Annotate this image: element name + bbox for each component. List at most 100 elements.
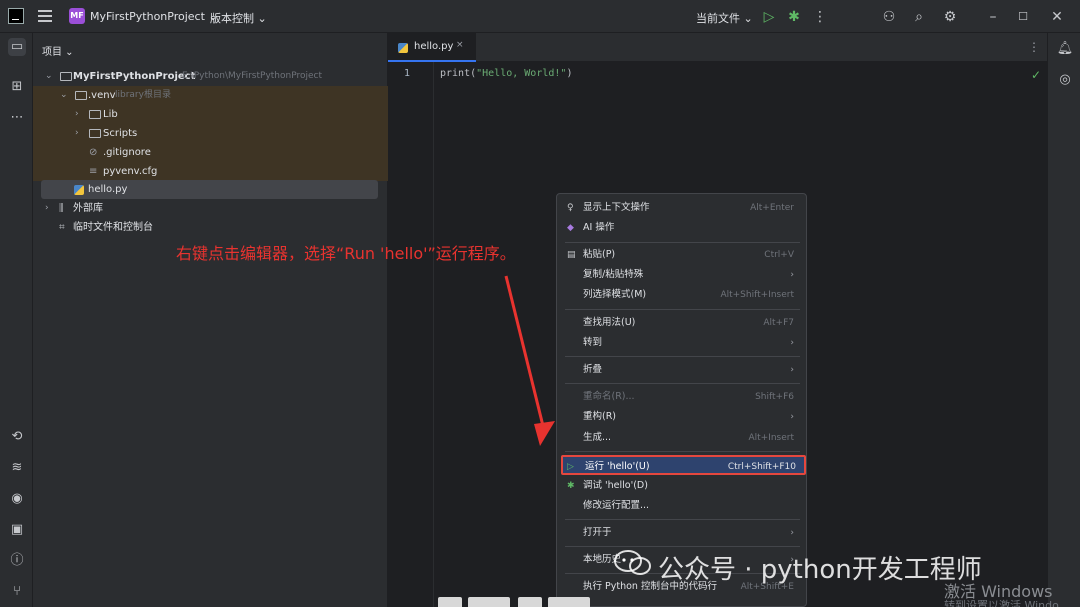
ai-icon: ◆ (567, 223, 574, 233)
tab-label: hello.py (414, 41, 454, 52)
terminal-icon[interactable]: ▣ (8, 521, 26, 539)
menu-separator (565, 383, 800, 384)
settings-gear-icon[interactable]: ⚙ (941, 8, 959, 26)
menu-show-context-actions[interactable]: ♀ 显示上下文操作 Alt+Enter (563, 198, 802, 218)
vcs-menu[interactable]: 版本控制 ⌄ (210, 10, 267, 26)
menu-separator (565, 242, 800, 243)
close-window-icon[interactable]: ✕ (1048, 8, 1066, 26)
folder-icon (89, 129, 101, 138)
submenu-arrow-icon: › (790, 365, 794, 375)
services-icon[interactable]: ≋ (8, 459, 26, 477)
config-file-icon: ≡ (89, 166, 98, 177)
root-path-hint: E:\Python\MyFirstPythonProject (182, 71, 323, 81)
project-tool-icon[interactable]: ▭ (8, 38, 26, 56)
chevron-right-icon: › (45, 203, 49, 213)
menu-goto[interactable]: 转到 › (563, 333, 802, 353)
menu-ai-actions[interactable]: ◆ AI 操作 (563, 218, 802, 238)
tree-gitignore[interactable]: ⊘ .gitignore (33, 143, 388, 162)
more-tools-icon[interactable]: ⋯ (8, 109, 26, 127)
project-switcher[interactable]: MyFirstPythonProject ⌄ (90, 10, 218, 23)
search-icon[interactable]: ⌕ (910, 8, 928, 26)
windows-activation-subtext: 转到设置以激活 Windo (944, 599, 1059, 607)
external-libs-label: 外部库 (73, 203, 103, 214)
run-icon[interactable]: ▷ (760, 8, 778, 26)
no-problems-check-icon[interactable]: ✓ (1031, 68, 1041, 82)
menu-paste[interactable]: ▤ 粘贴(P) Ctrl+V (563, 245, 802, 265)
root-folder-label: MyFirstPythonProject (73, 71, 196, 82)
project-panel-title[interactable]: 项目 ⌄ (42, 43, 74, 58)
project-badge[interactable]: MF (69, 8, 85, 24)
overlay-key (468, 597, 510, 607)
menu-label: 折叠 (583, 364, 603, 375)
tree-scratches[interactable]: ⌗ 临时文件和控制台 (33, 218, 388, 237)
main-menu-icon[interactable] (38, 10, 52, 22)
menu-find-usages[interactable]: 查找用法(U) Alt+F7 (563, 313, 802, 333)
add-user-icon[interactable]: ⚇ (880, 8, 898, 26)
more-actions-icon[interactable]: ⋮ (811, 8, 829, 26)
menu-label: 调试 'hello'(D) (583, 480, 648, 491)
menu-label: 显示上下文操作 (583, 202, 650, 213)
menu-separator (565, 451, 800, 452)
code-line[interactable]: print("Hello, World!") (440, 68, 572, 79)
menu-shortcut: Ctrl+Shift+F10 (727, 462, 796, 472)
menu-open-in[interactable]: 打开于 › (563, 523, 802, 543)
code-string: "Hello, World!" (476, 68, 567, 79)
library-icon: ⫼ (59, 203, 64, 214)
tree-scripts[interactable]: › Scripts (33, 124, 388, 143)
tab-options-icon[interactable]: ⋮ (1028, 40, 1040, 54)
editor-context-menu: ♀ 显示上下文操作 Alt+Enter ◆ AI 操作 ▤ 粘贴(P) Ctrl… (556, 193, 807, 607)
menu-label: 粘贴(P) (583, 249, 616, 260)
menu-label: AI 操作 (583, 222, 615, 233)
menu-shortcut: Alt+Insert (748, 433, 794, 443)
menu-label: 列选择模式(M) (583, 289, 647, 300)
menu-debug-hello[interactable]: ✱ 调试 'hello'(D) (563, 476, 802, 496)
menu-separator (565, 356, 800, 357)
title-bar: MF MyFirstPythonProject ⌄ 版本控制 ⌄ 当前文件 ⌄ … (0, 0, 1080, 33)
run-tool-icon[interactable]: ◉ (8, 490, 26, 508)
menu-copy-paste-special[interactable]: 复制/粘贴特殊 › (563, 265, 802, 285)
overlay-key (438, 597, 462, 607)
ai-assistant-icon[interactable]: ◎ (1056, 71, 1074, 89)
git-icon[interactable]: ⑂ (8, 583, 26, 601)
tab-hello-py[interactable]: hello.py × (388, 33, 476, 62)
menu-separator (565, 519, 800, 520)
structure-tool-icon[interactable]: ⊞ (8, 78, 26, 96)
editor-tab-bar: hello.py × ⋮ (388, 33, 1047, 62)
tab-close-icon[interactable]: × (456, 40, 464, 50)
venv-hint: library根目录 (115, 90, 171, 100)
menu-shortcut: Shift+F6 (755, 392, 794, 402)
menu-refactor[interactable]: 重构(R) › (563, 407, 802, 427)
hello-file-label: hello.py (88, 184, 128, 195)
python-file-icon (398, 43, 408, 53)
tree-hello-py[interactable]: hello.py (41, 180, 378, 199)
tree-venv[interactable]: ⌄ .venv library根目录 (33, 86, 388, 105)
menu-shortcut: Ctrl+V (764, 250, 794, 260)
debug-icon[interactable]: ✱ (785, 8, 803, 26)
paste-icon: ▤ (567, 250, 576, 260)
menu-separator (565, 546, 800, 547)
menu-label: 转到 (583, 337, 603, 348)
maximize-icon[interactable]: ☐ (1014, 8, 1032, 26)
menu-modify-run-config[interactable]: 修改运行配置... (563, 496, 802, 516)
menu-label: 修改运行配置... (583, 500, 650, 511)
python-packages-icon[interactable]: ⟲ (8, 428, 26, 446)
menu-folding[interactable]: 折叠 › (563, 360, 802, 380)
menu-generate[interactable]: 生成... Alt+Insert (563, 428, 802, 448)
gutter-divider (433, 62, 434, 607)
menu-label: 查找用法(U) (583, 317, 636, 328)
menu-shortcut: Alt+Shift+Insert (720, 290, 794, 300)
tree-external-libs[interactable]: › ⫼ 外部库 (33, 199, 388, 218)
problems-icon[interactable]: ⓘ (8, 552, 26, 570)
pyvenv-label: pyvenv.cfg (103, 166, 158, 177)
menu-rename[interactable]: 重命名(R)... Shift+F6 (563, 387, 802, 407)
menu-run-hello[interactable]: ▷ 运行 'hello'(U) Ctrl+Shift+F10 (561, 455, 806, 475)
lib-label: Lib (103, 109, 118, 120)
tree-pyvenv[interactable]: ≡ pyvenv.cfg (33, 162, 388, 181)
tutorial-annotation: 右键点击编辑器，选择“Run 'hello'”运行程序。 (176, 244, 516, 263)
tree-lib[interactable]: › Lib (33, 105, 388, 124)
run-config-selector[interactable]: 当前文件 ⌄ (696, 10, 753, 26)
tree-root[interactable]: ⌄ MyFirstPythonProject E:\Python\MyFirst… (33, 67, 388, 86)
minimize-icon[interactable]: – (984, 8, 1002, 26)
notifications-bell-icon[interactable]: 🔔︎ (1056, 40, 1074, 58)
menu-column-selection[interactable]: 列选择模式(M) Alt+Shift+Insert (563, 285, 802, 305)
